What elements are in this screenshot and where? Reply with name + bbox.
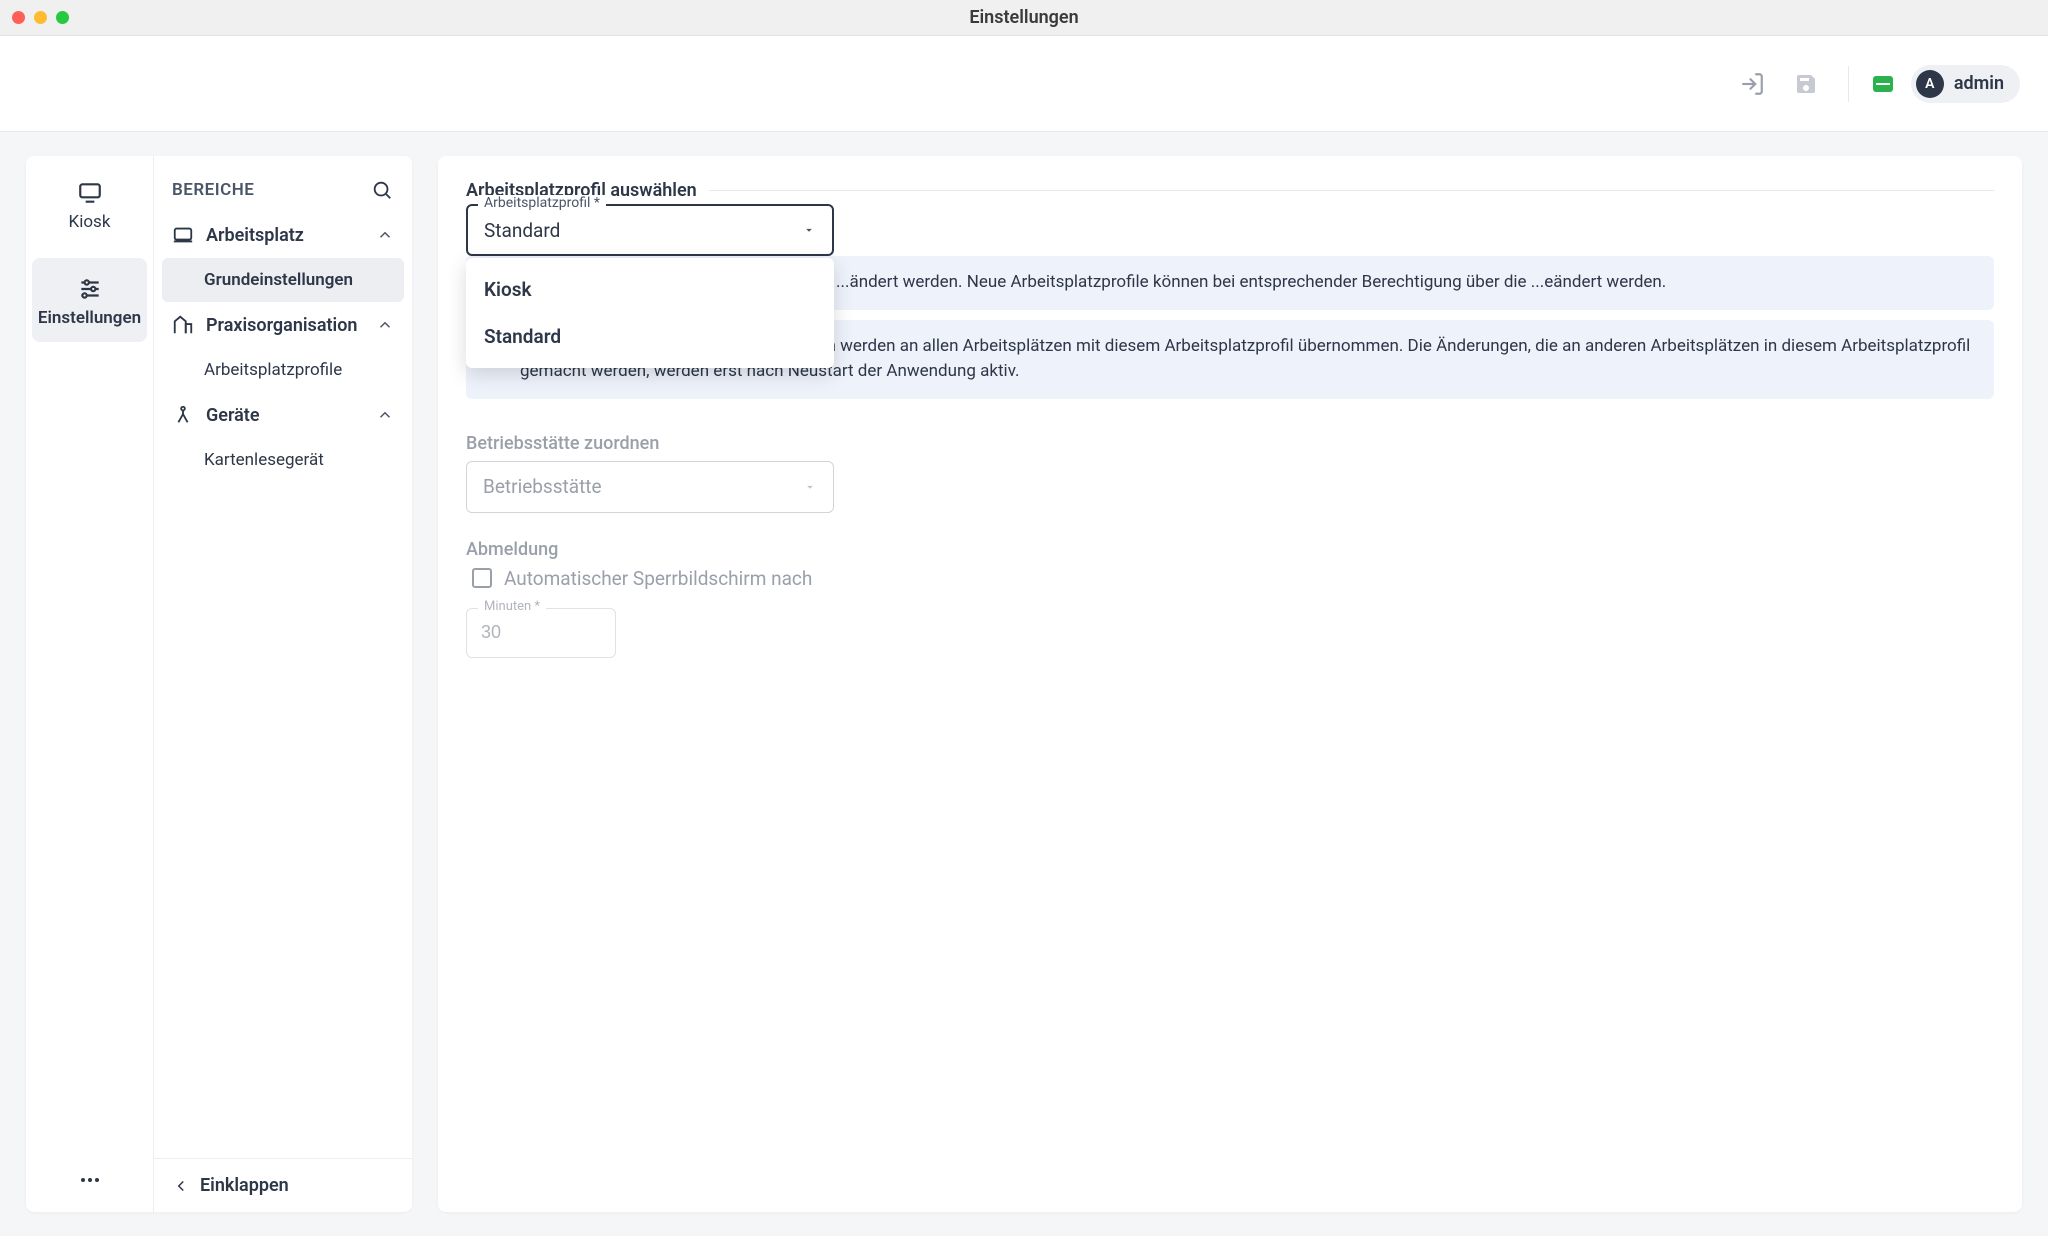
tune-icon [77, 276, 103, 302]
sidebar-group-praxisorganisation[interactable]: Praxisorganisation [154, 302, 412, 348]
select-label: Arbeitsplatzprofil * [478, 195, 606, 211]
sidebar-group-geraete[interactable]: Geräte [154, 392, 412, 438]
top-toolbar: A admin [0, 36, 2048, 132]
rail-more-button[interactable] [26, 1148, 153, 1212]
arbeitsplatzprofil-select[interactable]: Standard [466, 204, 834, 256]
toolbar-divider [1848, 66, 1849, 102]
monitor-icon [77, 180, 103, 206]
sidebar-item-kartenlesegeraet[interactable]: Kartenlesegerät [154, 438, 412, 482]
section-abmeldung: Abmeldung Automatischer Sperrbildschirm … [466, 531, 1994, 658]
user-menu[interactable]: A admin [1911, 65, 2020, 103]
arbeitsplatzprofil-dropdown: Kiosk Standard [466, 258, 834, 368]
betriebsstaette-select[interactable]: Betriebsstätte [466, 461, 834, 513]
select-placeholder: Betriebsstätte [483, 475, 602, 498]
sidebar-section-title: BEREICHE [172, 180, 254, 200]
auto-lock-checkbox[interactable] [472, 568, 492, 588]
chevron-up-icon [376, 226, 394, 244]
connection-status-icon[interactable] [1873, 76, 1893, 92]
caret-down-icon [803, 480, 817, 494]
user-name-label: admin [1954, 73, 2004, 94]
dropdown-option-kiosk[interactable]: Kiosk [466, 266, 834, 313]
rail-item-kiosk[interactable]: Kiosk [32, 162, 147, 246]
laptop-icon [172, 224, 194, 246]
settings-sidebar: BEREICHE Arbeitsplatz Grundeinstellungen [154, 156, 412, 1212]
sidebar-collapse-button[interactable]: Einklappen [154, 1158, 412, 1212]
search-icon[interactable] [370, 178, 394, 202]
primary-nav-rail: Kiosk Einstellungen [26, 156, 154, 1212]
rail-item-einstellungen[interactable]: Einstellungen [32, 258, 147, 342]
fullscreen-window-icon[interactable] [56, 11, 69, 24]
sidebar-item-grundeinstellungen[interactable]: Grundeinstellungen [162, 258, 404, 302]
window-title: Einstellungen [969, 7, 1078, 28]
minutes-input[interactable] [466, 608, 616, 658]
ellipsis-icon [78, 1168, 102, 1192]
rail-item-label: Kiosk [69, 212, 111, 232]
settings-content: Arbeitsplatzprofil auswählen Arbeitsplat… [438, 156, 2022, 1212]
sidebar-group-label: Arbeitsplatz [206, 225, 304, 246]
close-window-icon[interactable] [12, 11, 25, 24]
sidebar-item-arbeitsplatzprofile[interactable]: Arbeitsplatzprofile [154, 348, 412, 392]
sidebar-collapse-label: Einklappen [200, 1175, 289, 1196]
select-value: Standard [484, 219, 560, 242]
info-text: ...ändert werden. Neue Arbeitsplatzprofi… [836, 270, 1666, 296]
devices-icon [172, 404, 194, 426]
chevron-up-icon [376, 316, 394, 334]
sidebar-group-arbeitsplatz[interactable]: Arbeitsplatz [154, 212, 412, 258]
minutes-label: Minuten * [478, 599, 546, 614]
section-legend: Abmeldung [466, 539, 570, 560]
avatar: A [1916, 70, 1944, 98]
login-icon[interactable] [1734, 66, 1770, 102]
chevron-up-icon [376, 406, 394, 424]
minimize-window-icon[interactable] [34, 11, 47, 24]
sidebar-group-label: Geräte [206, 405, 260, 426]
rail-item-label: Einstellungen [38, 308, 141, 328]
section-betriebsstaette: Betriebsstätte zuordnen Betriebsstätte [466, 425, 1994, 513]
caret-down-icon [802, 223, 816, 237]
window-titlebar: Einstellungen [0, 0, 2048, 36]
building-icon [172, 314, 194, 336]
save-icon[interactable] [1788, 66, 1824, 102]
sidebar-group-label: Praxisorganisation [206, 315, 357, 336]
checkbox-label: Automatischer Sperrbildschirm nach [504, 567, 812, 590]
dropdown-option-standard[interactable]: Standard [466, 313, 834, 360]
chevron-left-icon [172, 1177, 190, 1195]
section-legend: Betriebsstätte zuordnen [466, 433, 671, 454]
section-arbeitsplatzprofil: Arbeitsplatzprofil auswählen Arbeitsplat… [466, 172, 1994, 256]
